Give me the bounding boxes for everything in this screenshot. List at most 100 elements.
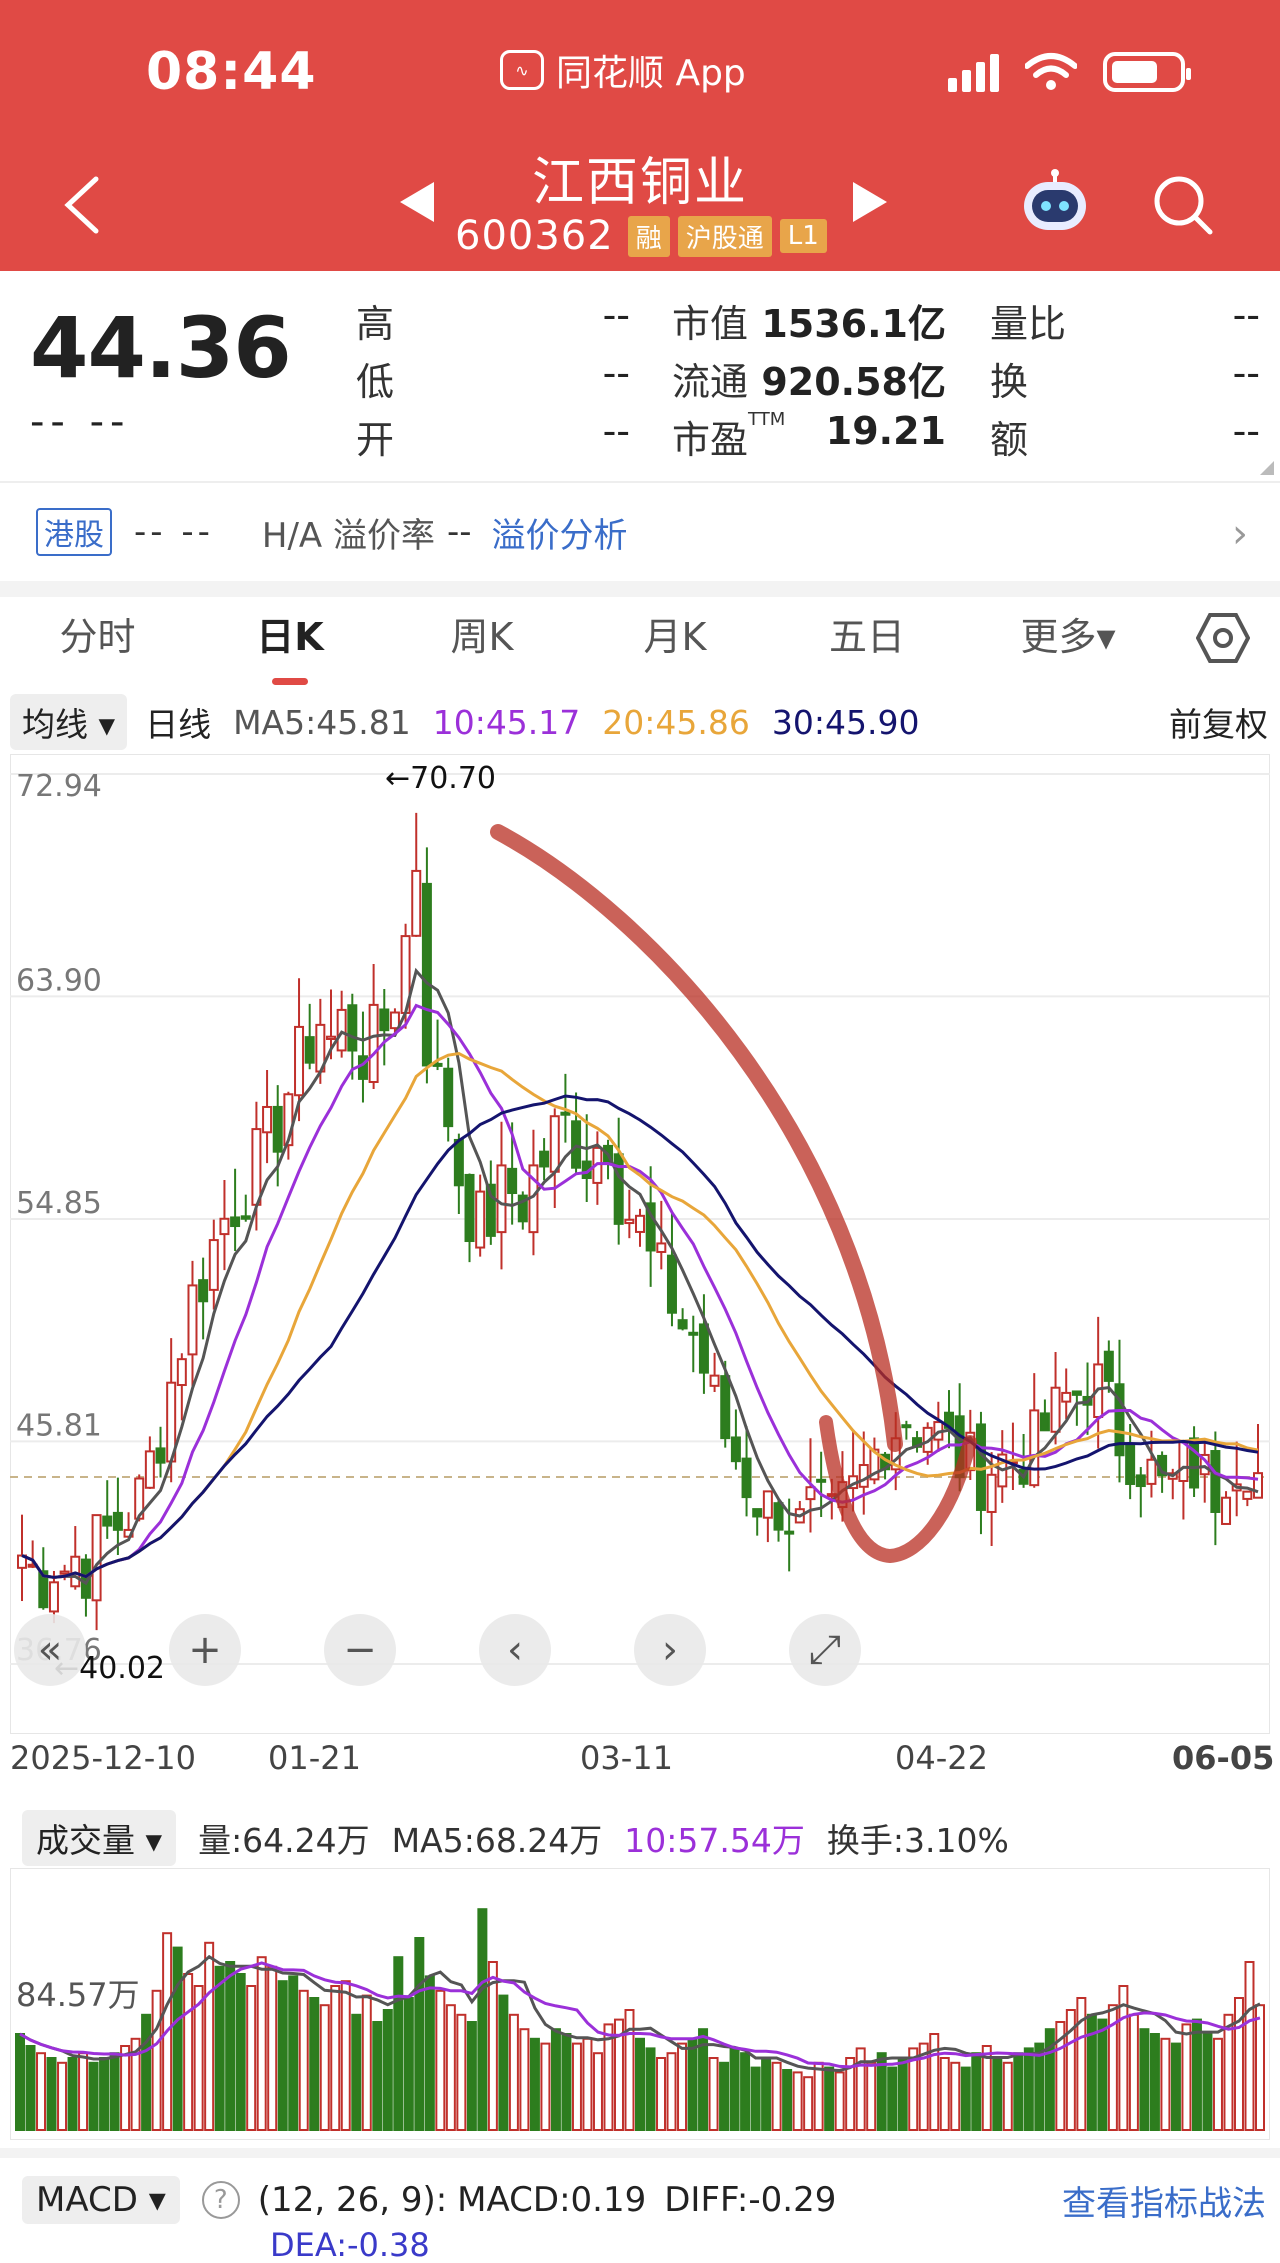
candle-body (549, 1115, 560, 1173)
quote-panel: 44.36 -- -- 高 -- 低 -- 开 -- 市值 1536.1亿 流通… (0, 271, 1280, 481)
volume-bar (99, 2057, 110, 2131)
robot-assistant-icon[interactable] (1018, 168, 1092, 238)
candle-body (336, 1008, 347, 1052)
macd-header: MACD ▾ ? (12, 26, 9): MACD:0.19 DIFF:-0.… (0, 2170, 1280, 2230)
candle-body (1242, 1490, 1253, 1500)
fullscreen-button[interactable]: ⤢ (789, 1614, 861, 1686)
candle-body (1029, 1409, 1040, 1487)
chart-settings-icon[interactable] (1196, 611, 1250, 665)
candle-body (698, 1323, 709, 1374)
volume-bar (487, 1961, 498, 2131)
volume-bar (1160, 2037, 1171, 2131)
tab-five-day[interactable]: 五日 (771, 597, 963, 687)
volume-bar (950, 2061, 961, 2131)
volume-bar (498, 1994, 509, 2131)
date-label-3: 04-22 (895, 1739, 988, 1777)
volume-bar (25, 2045, 36, 2131)
zoom-out-button[interactable]: − (324, 1614, 396, 1686)
indicator-selector[interactable]: 均线 ▾ (10, 694, 128, 750)
volume-selector[interactable]: 成交量 ▾ (22, 1810, 177, 1866)
volume-bar (120, 2045, 131, 2131)
date-label-2: 03-11 (580, 1739, 673, 1777)
macd-selector[interactable]: MACD ▾ (22, 2176, 180, 2224)
candle-body (1135, 1474, 1146, 1488)
volume-bar (729, 2047, 740, 2131)
volume-bar (1139, 2028, 1150, 2131)
volume-bar (1023, 2047, 1034, 2131)
candle-body (294, 1025, 305, 1097)
chevron-right-icon[interactable]: › (1232, 511, 1248, 557)
date-label-0: 2025-12-10 (10, 1739, 196, 1777)
candle-body (571, 1120, 582, 1169)
ma20-value: 20:45.86 (602, 702, 750, 742)
candle-body (379, 1008, 390, 1032)
volume-bar (88, 2061, 99, 2131)
volume-bar (78, 2052, 89, 2131)
volume-bar (340, 1980, 351, 2131)
ma30-value: 30:45.90 (771, 702, 920, 742)
volume-bar (319, 2004, 330, 2131)
indicator-strategy-link[interactable]: 查看指标战法 (1062, 2176, 1266, 2225)
next-button[interactable]: › (634, 1614, 706, 1686)
volume-bar (1223, 2013, 1234, 2131)
zoom-in-button[interactable]: + (169, 1614, 241, 1686)
candle-body (176, 1358, 187, 1387)
adjust-mode[interactable]: 前复权 (1169, 698, 1268, 746)
volume-bar (939, 2057, 950, 2131)
search-icon[interactable] (1150, 172, 1216, 238)
volume-bar (1244, 1961, 1255, 2131)
volume-bar (277, 1980, 288, 2131)
volume-bar (656, 2057, 667, 2131)
candle-body (453, 1138, 464, 1187)
premium-analysis-link[interactable]: 溢价分析 (492, 508, 628, 557)
prev-button[interactable]: ‹ (479, 1614, 551, 1686)
tab-daily-k[interactable]: 日K (195, 597, 385, 687)
volume-bar (1202, 2033, 1213, 2131)
expand-corner-icon[interactable] (1260, 461, 1274, 475)
volume-bar (225, 1961, 236, 2131)
volume-ma5: MA5:68.24万 (391, 1821, 603, 1860)
chart-tabs: 分时 日K 周K 月K 五日 更多▾ (0, 597, 1280, 687)
scroll-left-button[interactable]: « (14, 1614, 86, 1686)
hk-premium-row[interactable]: 港股 -- -- H/A 溢价率 -- 溢价分析 › (0, 481, 1280, 581)
next-button-label: › (662, 1627, 678, 1673)
volume-bar (750, 2066, 761, 2132)
tab-monthly-k[interactable]: 月K (579, 597, 771, 687)
tab-weekly-k[interactable]: 周K (385, 597, 579, 687)
tab-five-day-label: 五日 (828, 615, 905, 659)
macd-value: MACD:0.19 (457, 2180, 647, 2220)
volume-bar (792, 2071, 803, 2131)
volume-bar (866, 2061, 877, 2131)
next-stock-arrow-icon[interactable] (853, 182, 887, 222)
header-bar: 08:44 ∿ 同花顺 App 江西铜业 600362 融 沪股通 L1 (0, 0, 1280, 271)
volume-bar (561, 2033, 572, 2131)
candlestick-chart[interactable]: 72.9463.9054.8545.8136.76←70.70←40.02 «+… (10, 754, 1270, 1734)
candle-body (720, 1375, 731, 1440)
volume-value: 量:64.24万 (198, 1821, 370, 1860)
candle-body (59, 1570, 70, 1575)
turnover-label: 换 (990, 360, 1029, 404)
candle-body (1210, 1450, 1221, 1513)
candle-body (666, 1254, 677, 1314)
volume-bar (214, 1965, 225, 2131)
candle-body (784, 1530, 795, 1535)
tab-more[interactable]: 更多▾ (963, 597, 1173, 687)
help-icon[interactable]: ? (201, 2181, 240, 2219)
tab-intraday[interactable]: 分时 (0, 597, 195, 687)
date-label-1: 01-21 (268, 1739, 361, 1777)
candle-body (102, 1515, 113, 1527)
volume-chart[interactable]: 84.57万 (10, 1868, 1270, 2140)
premium-label: H/A 溢价率 (261, 515, 435, 556)
ma-legend-row: 均线 ▾ 日线 MA5:45.81 10:45.17 20:45.86 30:4… (0, 690, 1280, 754)
volume-bar (267, 1965, 278, 2131)
high-value: -- (602, 293, 630, 337)
volume-bar (666, 2052, 677, 2131)
volume-bar (1181, 2023, 1192, 2131)
tab-more-label: 更多▾ (1020, 615, 1116, 659)
tag-connect: 沪股通 (677, 215, 772, 257)
candle-body (230, 1216, 241, 1228)
candle-body (1253, 1472, 1263, 1499)
open-label: 开 (356, 418, 395, 462)
volume-bar (46, 2057, 57, 2131)
volume-ma10: 10:57.54万 (624, 1821, 805, 1860)
